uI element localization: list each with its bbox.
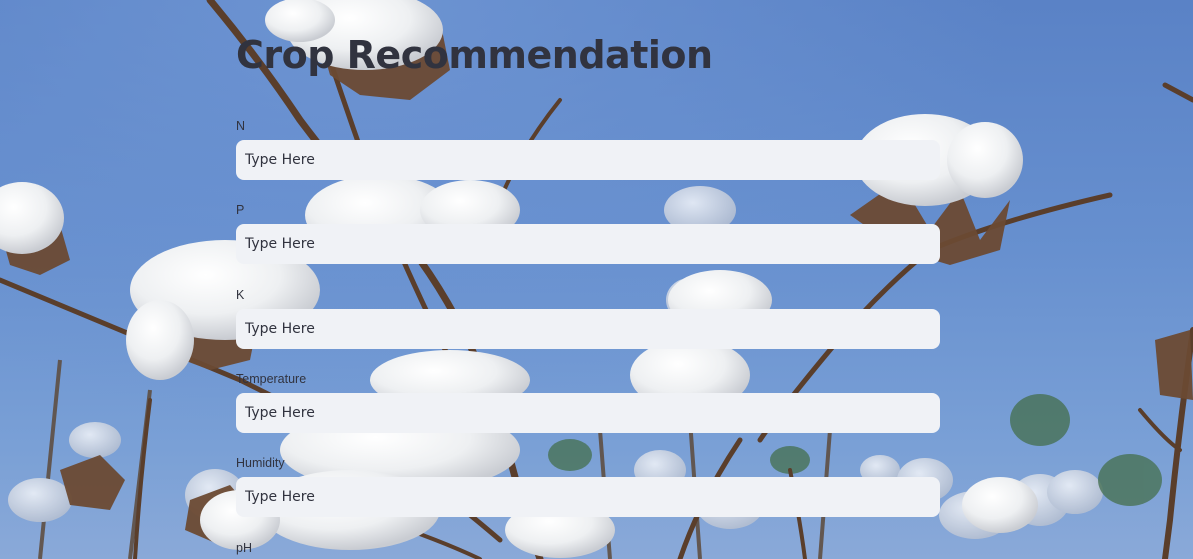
field-n-label: N: [236, 119, 246, 133]
field-temperature: Temperature: [236, 371, 940, 433]
field-humidity: Humidity: [236, 455, 940, 517]
field-p: P: [236, 202, 940, 264]
k-input[interactable]: [236, 309, 940, 349]
temperature-input[interactable]: [236, 393, 940, 433]
p-input[interactable]: [236, 224, 940, 264]
n-input[interactable]: [236, 140, 940, 180]
field-p-label: P: [236, 203, 245, 217]
field-n: N: [236, 118, 940, 180]
field-humidity-label: Humidity: [236, 456, 285, 470]
field-k-label: K: [236, 288, 245, 302]
field-ph: pH: [236, 540, 940, 559]
field-ph-label: pH: [236, 541, 252, 555]
field-temperature-label: Temperature: [236, 372, 307, 386]
field-k: K: [236, 287, 940, 349]
page-title: Crop Recommendation: [236, 33, 713, 77]
humidity-input[interactable]: [236, 477, 940, 517]
